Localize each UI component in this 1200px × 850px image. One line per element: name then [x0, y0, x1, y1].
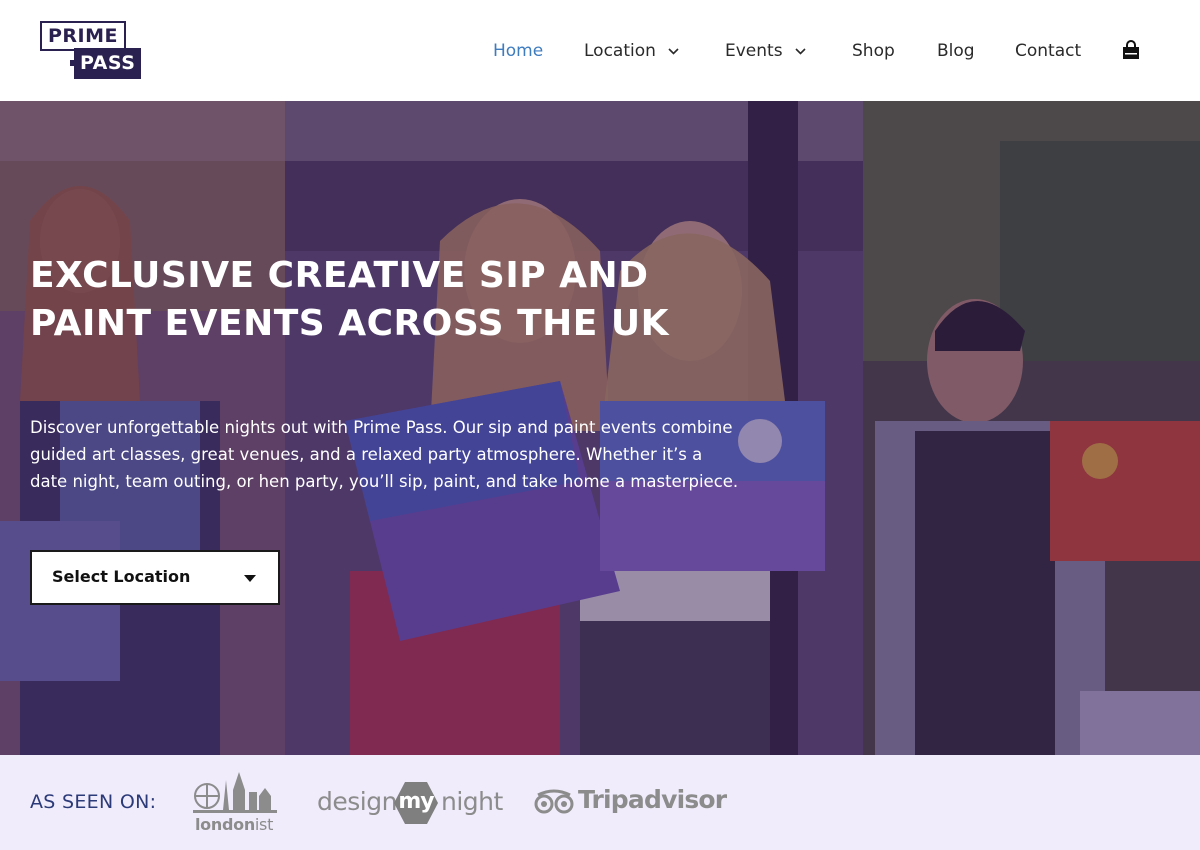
- hero-section: EXCLUSIVE CREATIVE SIP AND PAINT EVENTS …: [0, 101, 1200, 755]
- dmn-part2: my: [398, 789, 434, 814]
- logo-word-prime: PRIME: [40, 21, 127, 51]
- caret-down-icon: [244, 575, 256, 582]
- nav-events[interactable]: Events: [725, 38, 806, 64]
- site-header: PRIME PASS Home Location Events Shop Blo…: [0, 0, 1200, 101]
- chevron-down-icon: [668, 47, 679, 55]
- nav-location[interactable]: Location: [584, 38, 679, 64]
- london-skyline-icon: [193, 772, 277, 813]
- londonist-wordmark: londonist: [195, 815, 273, 834]
- shopping-bag-icon[interactable]: [1122, 40, 1140, 60]
- nav-home[interactable]: Home: [493, 38, 543, 64]
- dmn-part3: night: [441, 787, 503, 816]
- londonist-part1: london: [195, 815, 255, 834]
- nav-contact[interactable]: Contact: [1015, 38, 1081, 64]
- nav-location-label: Location: [584, 41, 656, 61]
- londonist-part2: ist: [254, 815, 274, 834]
- tripadvisor-wordmark: Tripadvisor: [578, 785, 727, 814]
- hero-description: Discover unforgettable nights out with P…: [30, 418, 739, 491]
- nav-blog[interactable]: Blog: [937, 38, 975, 64]
- nav-shop[interactable]: Shop: [852, 38, 895, 64]
- location-select[interactable]: Select Location: [30, 550, 280, 605]
- as-seen-on-bar: AS SEEN ON: londonist design my night Tr…: [0, 755, 1200, 850]
- location-select-label: Select Location: [52, 567, 191, 586]
- chevron-down-icon: [794, 47, 806, 55]
- hero-title: EXCLUSIVE CREATIVE SIP AND PAINT EVENTS …: [30, 255, 670, 344]
- logo-word-pass: PASS: [74, 48, 142, 79]
- as-seen-on-label: AS SEEN ON:: [30, 791, 157, 813]
- londonist-logo: londonist: [193, 770, 277, 836]
- owl-eyes-icon: [534, 789, 574, 814]
- nav-events-label: Events: [725, 41, 783, 61]
- designmynight-logo: design my night: [317, 781, 503, 829]
- prime-pass-logo[interactable]: PRIME PASS: [40, 21, 150, 79]
- dmn-part1: design: [317, 787, 397, 816]
- tripadvisor-logo: Tripadvisor: [534, 785, 734, 821]
